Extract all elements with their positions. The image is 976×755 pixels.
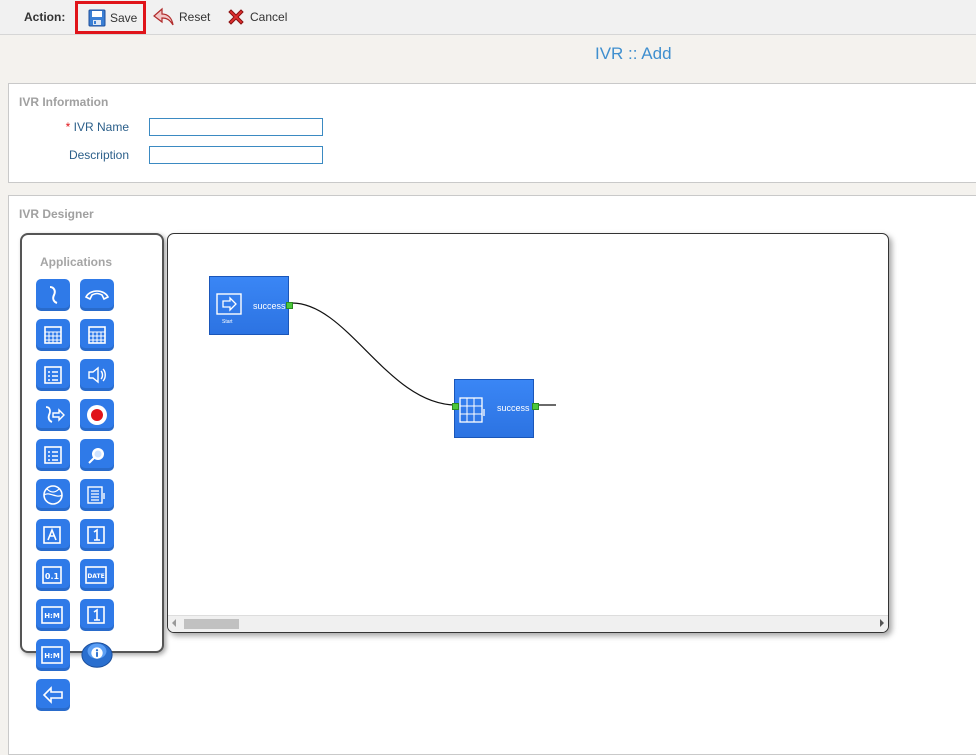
svg-text:DATE: DATE <box>87 573 104 580</box>
keypad-success-label: success <box>497 403 530 413</box>
keypad-success-port[interactable] <box>532 403 539 410</box>
description-input[interactable] <box>149 146 323 164</box>
calendar-icon[interactable] <box>36 319 70 351</box>
applications-title: Applications <box>40 255 113 269</box>
ivr-name-input[interactable] <box>149 118 323 136</box>
start-caption: Start <box>222 319 233 325</box>
ivr-information-title: IVR Information <box>19 95 109 109</box>
keypad-icon <box>459 397 485 423</box>
save-label: Save <box>110 10 138 25</box>
cancel-x-icon <box>228 9 244 25</box>
say-number-icon[interactable]: 0.1 <box>36 559 70 591</box>
ivr-designer-panel: IVR Designer Applications 0.1 DATE H:M H… <box>8 195 976 755</box>
dial-icon[interactable] <box>36 279 70 311</box>
ivr-name-label: IVR Name <box>73 120 129 134</box>
ivr-design-canvas[interactable]: Start success success <box>167 233 889 633</box>
action-toolbar: Action: Save Reset Cancel <box>0 0 976 35</box>
horizontal-scrollbar[interactable] <box>168 615 888 632</box>
keypad-node[interactable]: success <box>452 379 539 438</box>
info-icon[interactable] <box>80 638 114 670</box>
back-icon[interactable] <box>36 679 70 711</box>
calendar-2-icon[interactable] <box>80 319 114 351</box>
undo-arrow-icon <box>153 7 174 26</box>
say-alpha-icon[interactable] <box>36 519 70 551</box>
globe-icon[interactable] <box>36 479 70 511</box>
ivr-name-label-row: * IVR Name <box>9 120 129 134</box>
cancel-button[interactable]: Cancel <box>226 4 287 30</box>
playback-icon[interactable] <box>80 359 114 391</box>
keypad-icon[interactable] <box>80 479 114 511</box>
say-time-2-icon[interactable]: H:M <box>36 639 70 671</box>
reset-button[interactable]: Reset <box>153 4 210 30</box>
applications-palette: Applications 0.1 DATE H:M H:M <box>20 233 164 711</box>
page-title: IVR :: Add <box>595 44 672 63</box>
start-success-port[interactable] <box>286 302 293 309</box>
start-arrow-icon <box>216 293 242 315</box>
ivr-information-panel: IVR Information * IVR Name Description <box>8 83 976 183</box>
svg-text:0.1: 0.1 <box>45 572 60 581</box>
description-label: Description <box>68 148 129 162</box>
scroll-thumb[interactable] <box>184 619 239 629</box>
record-icon[interactable] <box>80 399 114 431</box>
hangup-icon[interactable] <box>80 279 114 311</box>
keypad-input-port[interactable] <box>452 403 459 410</box>
ivr-designer-title: IVR Designer <box>19 207 94 221</box>
svg-text:H:M: H:M <box>44 652 60 660</box>
say-digits-icon[interactable] <box>80 519 114 551</box>
say-date-icon[interactable]: DATE <box>80 559 114 591</box>
say-digit-2-icon[interactable] <box>80 599 114 631</box>
action-label: Action: <box>24 10 66 24</box>
save-button[interactable]: Save <box>75 1 146 34</box>
start-node[interactable]: Start success <box>209 276 293 335</box>
transfer-icon[interactable] <box>36 399 70 431</box>
menu-list-icon[interactable] <box>36 359 70 391</box>
cancel-label: Cancel <box>250 10 288 24</box>
scroll-right-arrow-icon[interactable] <box>880 619 884 627</box>
required-marker: * <box>65 120 71 134</box>
reset-label: Reset <box>179 10 211 24</box>
say-time-icon[interactable]: H:M <box>36 599 70 631</box>
floppy-disk-icon <box>88 9 106 26</box>
scroll-left-arrow-icon[interactable] <box>172 619 176 627</box>
search-icon[interactable] <box>80 439 114 471</box>
menu-list-2-icon[interactable] <box>36 439 70 471</box>
start-success-label: success <box>253 301 286 311</box>
svg-text:H:M: H:M <box>44 612 60 620</box>
